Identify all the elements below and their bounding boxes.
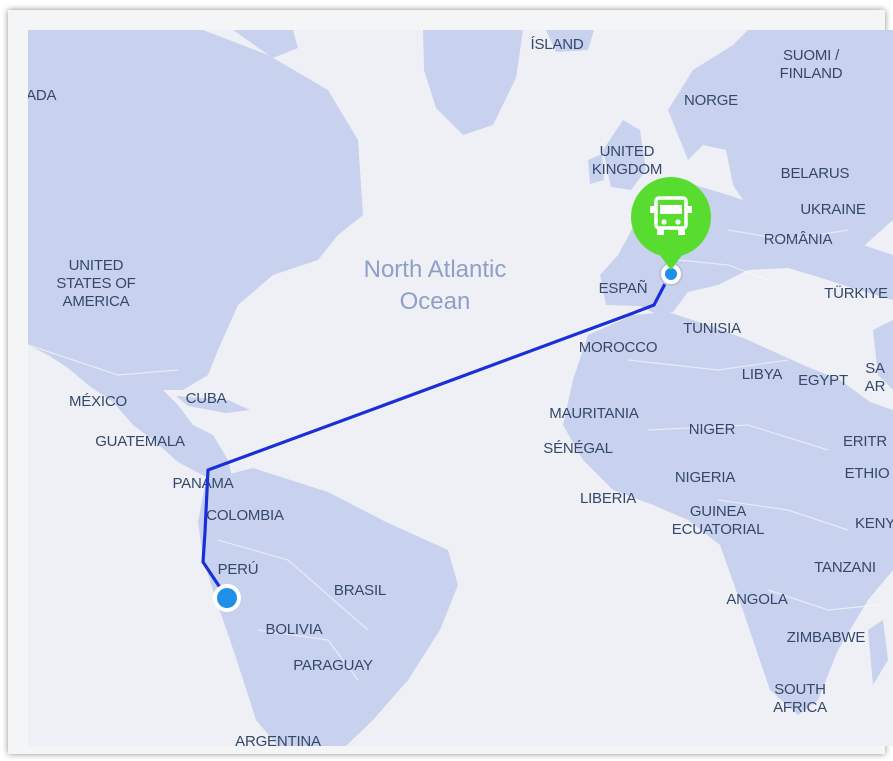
country-label-guinea: ECUATORIAL [672,521,764,538]
country-label-norge: NORGE [684,92,738,109]
country-label-guinea: GUINEA [690,503,747,520]
country-label-ukraine: UKRAINE [800,201,865,218]
country-label-usa: AMERICA [63,293,130,310]
country-label-tunisia: TUNISIA [683,320,741,337]
country-label-suomi: SUOMI / [783,47,840,64]
country-label-romania: ROMÂNIA [764,231,833,248]
country-label-niger: NIGER [689,421,736,438]
ocean-label-line-2: Ocean [400,288,471,315]
map-canvas[interactable]: ÍSLANDANADASUOMI /FINLANDNORGEUNITEDKING… [28,30,893,746]
country-label-zimbabwe: ZIMBABWE [787,629,866,646]
vehicle-badge [631,177,711,257]
country-label-iceland: ÍSLAND [531,36,584,53]
country-label-cuba: CUBA [186,390,227,407]
country-label-argentina: ARGENTINA [235,733,321,746]
country-label-libya: LIBYA [742,366,783,383]
country-label-south-africa: AFRICA [773,699,827,716]
country-label-eritrea: ERITR [843,433,887,450]
country-label-mauritania: MAURITANIA [549,405,639,422]
country-label-turkiye: TÜRKIYE [824,284,888,302]
country-label-senegal: SÉNÉGAL [543,440,612,457]
country-label-mexico: MÉXICO [69,393,127,410]
map-viewport[interactable]: ÍSLANDANADASUOMI /FINLANDNORGEUNITEDKING… [28,30,893,746]
country-label-morocco: MOROCCO [579,339,658,356]
country-label-uk: KINGDOM [592,161,662,178]
country-label-liberia: LIBERIA [580,490,636,507]
landmass [28,30,893,746]
country-label-egypt: EGYPT [798,372,848,389]
country-label-south-africa: SOUTH [774,681,826,698]
country-label-brasil: BRASIL [334,582,386,599]
country-label-espana: ESPAÑ [599,280,648,297]
country-label-colombia: COLOMBIA [206,507,284,524]
country-label-suomi: FINLAND [780,65,843,82]
origin-marker[interactable] [213,584,241,612]
country-label-saudi: AR [865,378,886,395]
country-label-tanzania: TANZANI [814,559,876,576]
country-label-uk: UNITED [600,143,655,160]
landmass-greenland [423,30,523,135]
country-label-panama: PANAMA [172,475,233,492]
country-label-ethiopia: ETHIO [845,465,890,482]
origin-marker-dot [217,588,237,608]
country-label-saudi: SA [865,360,885,377]
country-label-paraguay: PARAGUAY [293,657,373,674]
ocean-label-line-1: North Atlantic [364,256,507,283]
country-label-nigeria: NIGERIA [675,469,735,486]
country-label-belarus: BELARUS [781,165,850,182]
landmass-north-america [28,30,363,480]
country-label-canada: ANADA [28,87,57,104]
country-label-bolivia: BOLIVIA [266,621,323,638]
country-label-guatemala: GUATEMALA [95,433,185,450]
country-label-kenya: KENY [855,515,893,532]
country-label-peru: PERÚ [218,561,259,578]
country-label-angola: ANGOLA [726,591,788,608]
country-label-usa: UNITED [69,257,124,274]
country-label-usa: STATES OF [56,275,135,292]
landmass-madagascar [868,620,888,685]
